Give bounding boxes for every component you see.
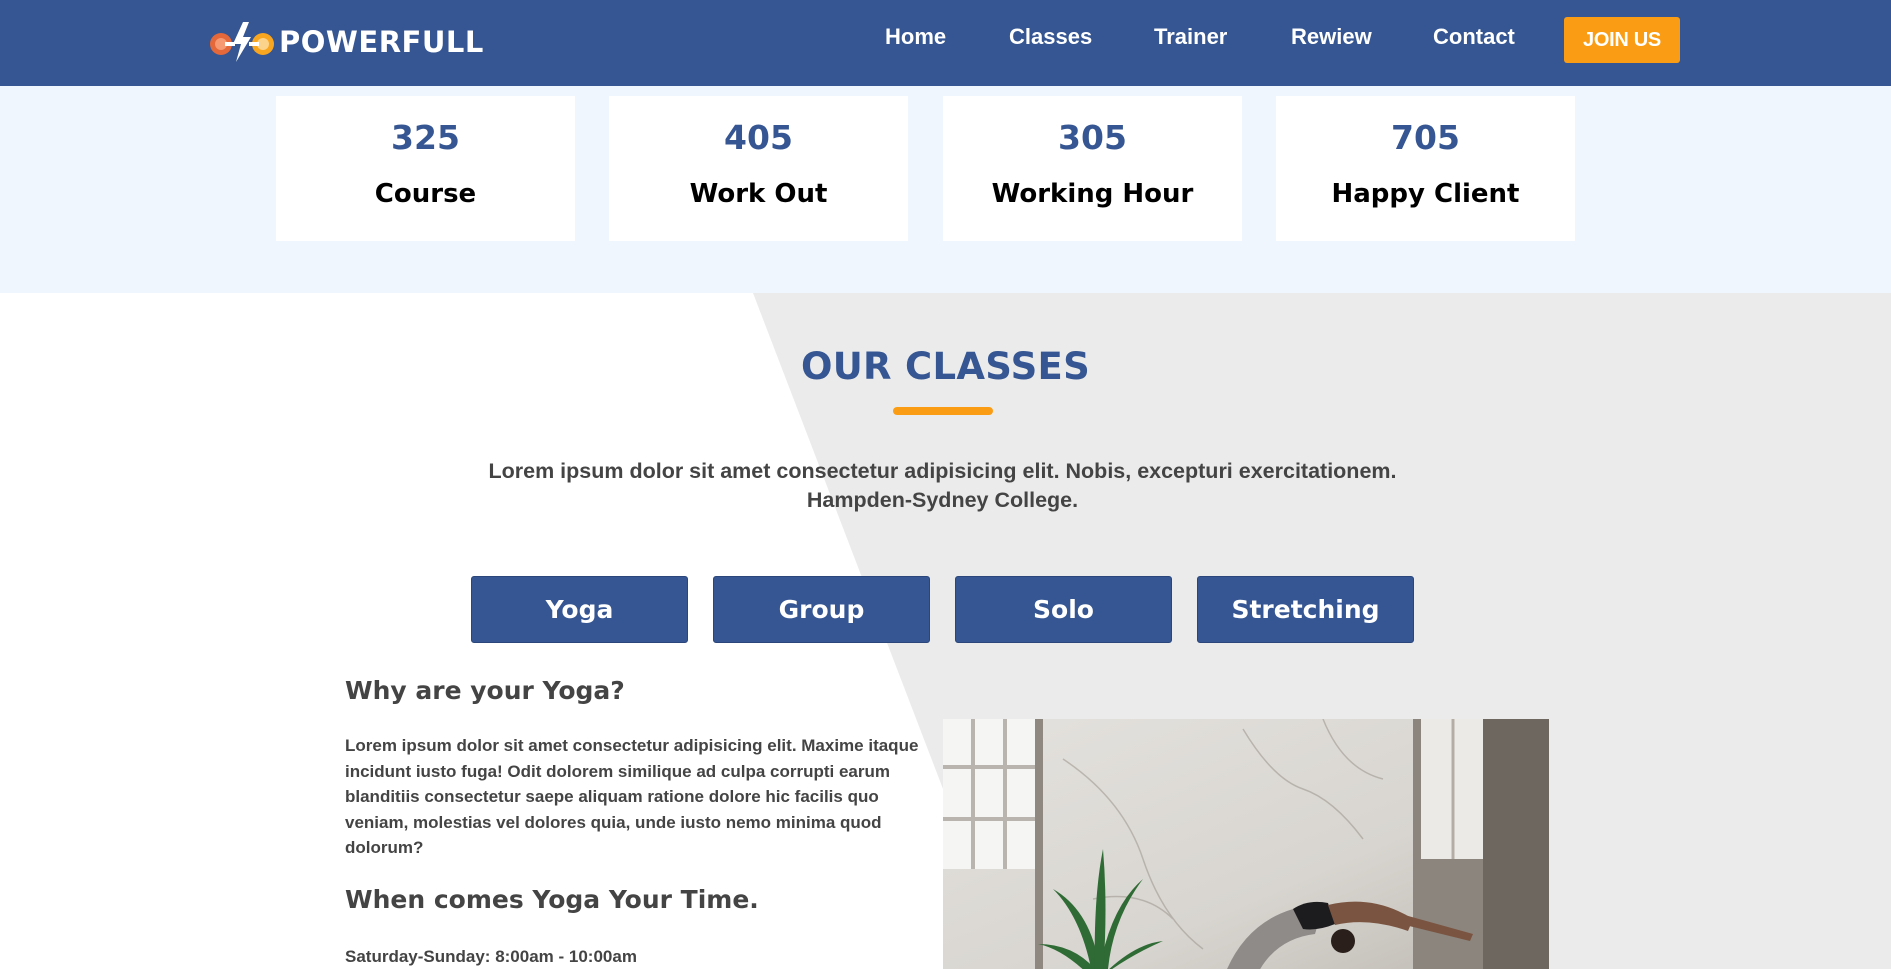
brand-name: POWERFULL <box>279 25 484 59</box>
classes-section: OUR CLASSES Lorem ipsum dolor sit amet c… <box>0 293 1891 969</box>
when-heading: When comes Yoga Your Time. <box>345 885 759 914</box>
tab-yoga[interactable]: Yoga <box>471 576 688 643</box>
section-description: Lorem ipsum dolor sit amet consectetur a… <box>400 457 1485 515</box>
nav-link-home[interactable]: Home <box>885 24 946 50</box>
tab-solo[interactable]: Solo <box>955 576 1172 643</box>
navbar: POWERFULL Home Classes Trainer Rewiew Co… <box>0 0 1891 86</box>
stat-label: Working Hour <box>991 179 1194 209</box>
nav-link-classes[interactable]: Classes <box>1009 24 1092 50</box>
nav-link-trainer[interactable]: Trainer <box>1154 24 1227 50</box>
description-line: Hampden-Sydney College. <box>806 488 1079 512</box>
why-paragraph: Lorem ipsum dolor sit amet consectetur a… <box>345 736 919 857</box>
stat-card-happy-client: 705 Happy Client <box>1276 96 1575 241</box>
stat-value: 705 <box>1391 118 1460 157</box>
dumbbell-bolt-icon <box>210 22 274 62</box>
yoga-photo <box>943 719 1549 969</box>
brand-logo[interactable]: POWERFULL <box>207 18 484 66</box>
title-underline <box>893 407 993 415</box>
stat-card-working-hour: 305 Working Hour <box>943 96 1242 241</box>
stat-label: Happy Client <box>1331 179 1520 209</box>
stat-value: 325 <box>391 118 460 157</box>
stat-value: 305 <box>1058 118 1127 157</box>
stat-card-course: 325 Course <box>276 96 575 241</box>
stats-section: 325 Course 405 Work Out 305 Working Hour… <box>0 86 1891 293</box>
yoga-woman-illustration <box>943 719 1549 969</box>
stat-label: Work Out <box>689 179 828 209</box>
stat-card-workout: 405 Work Out <box>609 96 908 241</box>
tab-group[interactable]: Group <box>713 576 930 643</box>
stat-value: 405 <box>724 118 793 157</box>
join-us-button[interactable]: JOIN US <box>1564 17 1680 63</box>
why-heading: Why are your Yoga? <box>345 676 625 705</box>
description-line: Lorem ipsum dolor sit amet consectetur a… <box>488 459 1397 483</box>
schedule-text: Saturday-Sunday: 8:00am - 10:00am <box>345 947 637 966</box>
tab-stretching[interactable]: Stretching <box>1197 576 1414 643</box>
stat-label: Course <box>374 179 477 209</box>
nav-link-contact[interactable]: Contact <box>1433 24 1515 50</box>
nav-link-review[interactable]: Rewiew <box>1291 24 1372 50</box>
section-title: OUR CLASSES <box>800 345 1091 388</box>
